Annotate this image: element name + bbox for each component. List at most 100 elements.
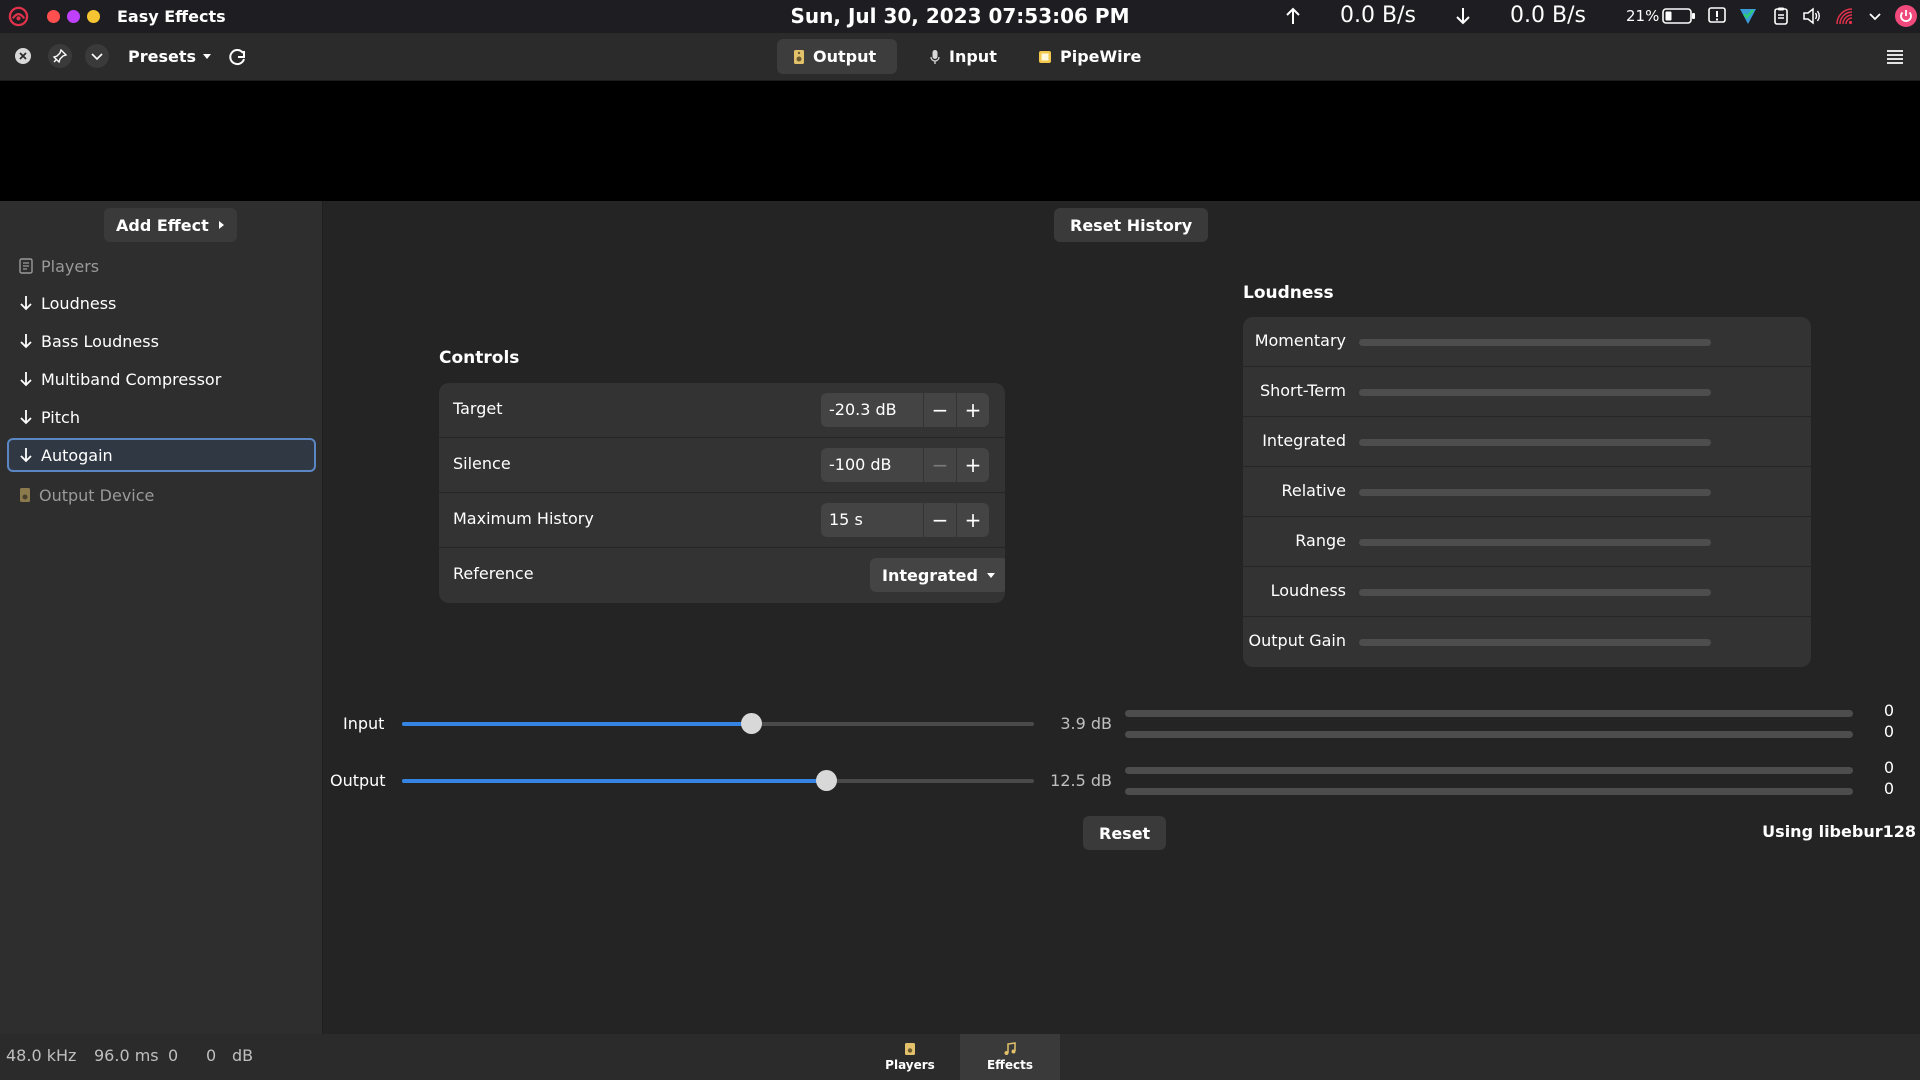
output-gain-knob[interactable] — [816, 770, 838, 791]
clock-text[interactable]: Sun, Jul 30, 2023 07:53:06 PM — [791, 4, 1130, 28]
sidebar-item-label: Players — [41, 256, 100, 276]
reset-history-button[interactable]: Reset History — [1054, 208, 1209, 242]
sidebar-item-loudness[interactable]: Loudness — [7, 286, 316, 320]
speaker-icon — [794, 49, 804, 64]
silence-label: Silence — [453, 454, 511, 473]
loudness-row-label: Integrated — [1262, 431, 1346, 450]
output-gain-fill — [402, 779, 827, 783]
max-history-decrement-button[interactable]: − — [923, 503, 956, 537]
tab-input[interactable]: Input — [913, 39, 1023, 74]
reference-label: Reference — [453, 564, 534, 583]
pin-button[interactable] — [48, 44, 72, 68]
view-tab-label: Players — [885, 1058, 935, 1072]
loudness-row-label: Momentary — [1254, 331, 1346, 350]
loudness-row: Range — [1243, 517, 1811, 567]
loudness-row-label: Range — [1295, 531, 1346, 550]
speaker-icon — [20, 488, 30, 502]
output-level-right-value: 0 — [1883, 779, 1895, 798]
hamburger-menu-icon[interactable] — [1884, 46, 1906, 68]
silence-value[interactable]: -100 dB — [821, 448, 923, 482]
loudness-row: Integrated — [1243, 417, 1811, 467]
loudness-level-bar — [1359, 489, 1711, 496]
sidebar-item-pitch[interactable]: Pitch — [7, 400, 316, 434]
max-history-increment-button[interactable]: + — [956, 503, 989, 537]
input-gain-label: Input — [343, 714, 385, 733]
sidebar-item-multiband-compressor[interactable]: Multiband Compressor — [7, 362, 316, 396]
silence-spinbutton: -100 dB − + — [821, 448, 989, 482]
target-value[interactable]: -20.3 dB — [821, 393, 923, 427]
sidebar-item-output-device: Output Device — [7, 478, 316, 512]
dropdown-arrow-icon — [986, 573, 995, 578]
upload-arrow-icon — [1286, 7, 1300, 24]
notification-icon[interactable] — [1707, 6, 1727, 26]
app-logo-icon[interactable] — [8, 6, 29, 27]
loudness-row-label: Short-Term — [1259, 381, 1346, 400]
players-icon — [905, 1043, 915, 1055]
sidebar-item-autogain[interactable]: Autogain — [7, 438, 316, 472]
target-row: Target -20.3 dB − + — [439, 383, 1005, 438]
target-label: Target — [453, 399, 503, 418]
input-gain-slider[interactable] — [402, 713, 1034, 734]
controls-title: Controls — [439, 348, 520, 368]
reset-label: Reset — [1099, 823, 1151, 843]
input-level-left-value: 0 — [1883, 701, 1895, 720]
music-note-icon — [1004, 1042, 1016, 1055]
user-power-icon[interactable] — [1894, 4, 1918, 28]
input-level-right — [1125, 731, 1853, 738]
network-signal-icon[interactable] — [1834, 6, 1854, 26]
view-tab-effects[interactable]: Effects — [960, 1034, 1060, 1080]
silence-row: Silence -100 dB − + — [439, 438, 1005, 493]
target-increment-button[interactable]: + — [956, 393, 989, 427]
output-level-left-value: 0 — [1883, 758, 1895, 777]
close-window-dot[interactable] — [47, 10, 60, 23]
tray-chevron-down-icon[interactable] — [1865, 6, 1885, 26]
output-gain-label: Output — [330, 771, 386, 790]
minimize-window-dot[interactable] — [67, 10, 80, 23]
arrow-down-icon — [20, 448, 32, 463]
loudness-level-bar — [1359, 639, 1711, 646]
battery-icon[interactable] — [1662, 6, 1696, 26]
max-history-value[interactable]: 15 s — [821, 503, 923, 537]
output-gain-value: 12.5 dB — [1050, 771, 1112, 790]
presets-button[interactable]: Presets — [120, 42, 220, 70]
output-level-left — [1125, 767, 1853, 774]
battery-percent: 21% — [1626, 7, 1660, 25]
maximize-window-dot[interactable] — [87, 10, 100, 23]
sidebar-item-label: Multiband Compressor — [41, 369, 222, 389]
pipewire-icon — [1039, 50, 1051, 63]
reset-button[interactable]: Reset — [1083, 816, 1167, 850]
tab-input-label: Input — [949, 47, 997, 66]
microphone-icon — [930, 49, 940, 64]
clipboard-icon[interactable] — [1771, 6, 1791, 26]
header-bar: Presets Output Input PipeWire — [0, 33, 1920, 81]
reference-dropdown[interactable]: Integrated — [870, 558, 1005, 592]
reload-icon[interactable] — [226, 45, 250, 69]
loudness-row: Short-Term — [1243, 367, 1811, 417]
status-value-1: 0 — [168, 1046, 179, 1065]
sidebar-item-bass-loudness[interactable]: Bass Loudness — [7, 324, 316, 358]
chevron-down-icon — [91, 53, 103, 61]
target-decrement-button[interactable]: − — [923, 393, 956, 427]
input-gain-knob[interactable] — [740, 713, 762, 734]
spectrum-display — [0, 81, 1920, 201]
tab-output[interactable]: Output — [777, 39, 897, 74]
players-icon — [19, 258, 33, 274]
silence-increment-button[interactable]: + — [956, 448, 989, 482]
silence-decrement-button[interactable]: − — [923, 448, 956, 482]
input-level-right-value: 0 — [1883, 722, 1895, 741]
volume-icon[interactable] — [1802, 6, 1822, 26]
loudness-level-bar — [1359, 539, 1711, 546]
vpn-shield-icon[interactable] — [1738, 6, 1758, 26]
presets-label: Presets — [128, 46, 197, 66]
output-gain-slider[interactable] — [402, 770, 1034, 791]
global-bypass-button[interactable] — [11, 44, 35, 68]
dropdown-arrow-icon — [203, 54, 212, 59]
add-effect-button[interactable]: Add Effect — [104, 208, 237, 242]
expand-menu-button[interactable] — [85, 44, 109, 68]
tab-pipewire[interactable]: PipeWire — [1022, 39, 1162, 74]
arrow-down-icon — [20, 372, 32, 387]
max-history-label: Maximum History — [453, 509, 594, 528]
view-tab-players[interactable]: Players — [860, 1034, 960, 1080]
arrow-down-icon — [20, 334, 32, 349]
sidebar-item-label: Bass Loudness — [41, 331, 159, 351]
